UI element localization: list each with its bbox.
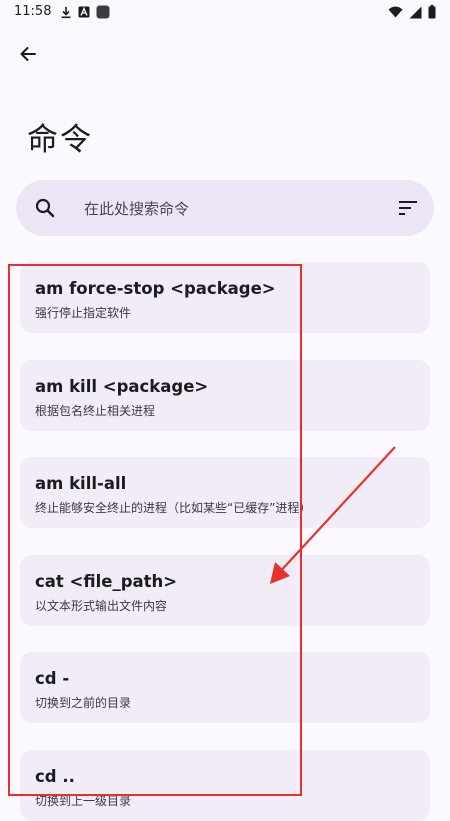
app-a-icon bbox=[78, 6, 90, 22]
app-square-icon bbox=[96, 5, 110, 23]
status-time: 11:58 bbox=[14, 4, 52, 19]
command-name: cd .. bbox=[35, 767, 75, 786]
signal-icon bbox=[409, 6, 422, 23]
command-card[interactable]: am kill-all 终止能够安全终止的进程（比如某些“已缓存”进程） bbox=[20, 457, 430, 528]
command-name: am force-stop <package> bbox=[35, 279, 276, 298]
arrow-left-icon bbox=[18, 44, 38, 68]
battery-icon bbox=[428, 5, 436, 23]
command-card[interactable]: cd - 切换到之前的目录 bbox=[20, 652, 430, 723]
download-icon bbox=[60, 6, 72, 23]
command-card[interactable]: cd .. 切换到上一级目录 bbox=[20, 750, 430, 821]
page-title: 命令 bbox=[27, 122, 93, 158]
search-icon bbox=[34, 197, 56, 219]
command-description: 根据包名终止相关进程 bbox=[35, 404, 156, 418]
command-name: cat <file_path> bbox=[35, 572, 178, 591]
sort-icon[interactable] bbox=[398, 199, 418, 217]
status-icons-left bbox=[60, 5, 110, 23]
command-name: am kill-all bbox=[35, 474, 127, 493]
command-description: 切换到之前的目录 bbox=[35, 696, 132, 710]
command-name: am kill <package> bbox=[35, 377, 209, 396]
command-description: 终止能够安全终止的进程（比如某些“已缓存”进程） bbox=[35, 501, 312, 515]
command-card[interactable]: cat <file_path> 以文本形式输出文件内容 bbox=[20, 555, 430, 626]
command-description: 以文本形式输出文件内容 bbox=[35, 599, 168, 613]
command-description: 切换到上一级目录 bbox=[35, 794, 132, 808]
status-bar: 11:58 bbox=[0, 0, 450, 26]
command-card[interactable]: am kill <package> 根据包名终止相关进程 bbox=[20, 360, 430, 431]
command-name: cd - bbox=[35, 669, 70, 688]
command-description: 强行停止指定软件 bbox=[35, 306, 132, 320]
search-bar[interactable]: 在此处搜索命令 bbox=[16, 180, 434, 236]
search-input[interactable]: 在此处搜索命令 bbox=[84, 198, 189, 219]
wifi-icon bbox=[388, 6, 403, 22]
status-icons-right bbox=[388, 5, 436, 23]
command-card[interactable]: am force-stop <package> 强行停止指定软件 bbox=[20, 262, 430, 333]
back-button[interactable] bbox=[12, 40, 44, 72]
